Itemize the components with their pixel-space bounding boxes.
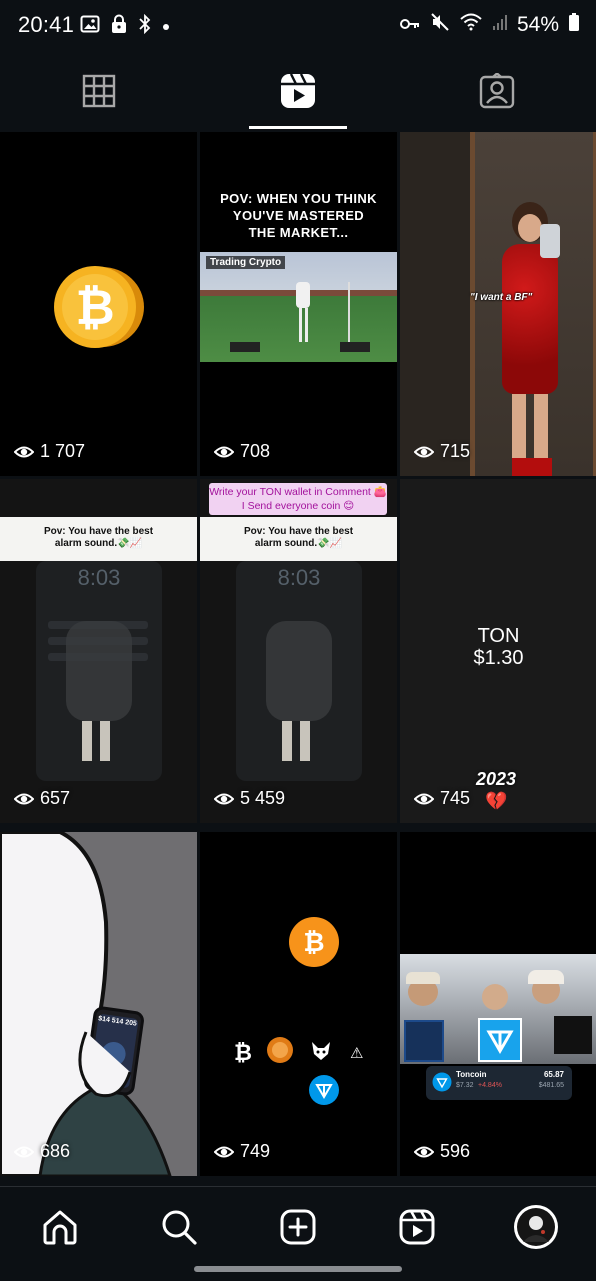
ton-icon xyxy=(309,1075,339,1105)
reel-thumbnail[interactable]: Write your TON wallet in Comment 👛 I Sen… xyxy=(200,479,397,823)
bitcoin-coin-icon: ₿ xyxy=(54,266,144,348)
broken-heart-icon: 💔 xyxy=(485,791,508,811)
view-count: 596 xyxy=(414,1141,470,1162)
ton-logo-icon xyxy=(486,1030,514,1054)
toncoin-price: $7.32 xyxy=(456,1082,474,1089)
wifi-icon xyxy=(459,12,483,38)
phone-screen: 8:03 xyxy=(36,561,162,781)
nav-profile[interactable] xyxy=(512,1203,560,1251)
eye-icon xyxy=(414,446,434,457)
reel-thumbnail[interactable]: Toncoin $7.32 +4.84% 65.87 $481.65 596 xyxy=(400,832,596,1176)
toncoin-name: Toncoin xyxy=(456,1070,487,1079)
warning-icon: ⚠ xyxy=(350,1045,364,1062)
toncoin-amount: 65.87 xyxy=(543,1070,564,1079)
clock-text: 8:03 xyxy=(77,565,121,590)
image-icon xyxy=(80,14,100,39)
reel-thumbnail[interactable]: $14 514 205 686 xyxy=(0,832,197,1176)
phone xyxy=(540,224,560,258)
video-label: Trading Crypto xyxy=(206,256,286,269)
svg-text:₿: ₿ xyxy=(75,280,114,336)
nav-search[interactable] xyxy=(155,1203,203,1251)
reel-banner: Pov: You have the best alarm sound.💸📈 xyxy=(200,517,397,561)
bluetooth-icon xyxy=(138,13,152,39)
tab-tagged[interactable] xyxy=(398,54,596,132)
ton-price-title: TON $1.30 xyxy=(473,625,524,669)
toncoin-change: +4.84% xyxy=(478,1082,502,1089)
video-frame: Trading Crypto xyxy=(200,252,397,362)
toncoin-value: $481.65 xyxy=(538,1082,564,1089)
reel-thumbnail[interactable]: ₿ ₿ ⚠ 749 xyxy=(200,832,397,1176)
reel-thumbnail[interactable]: ₿ 1 707 xyxy=(0,132,197,476)
nav-home[interactable] xyxy=(36,1203,84,1251)
view-count: 715 xyxy=(414,441,470,462)
eye-icon xyxy=(14,793,34,804)
signal-icon xyxy=(492,13,508,37)
reel-thumbnail[interactable]: "I want a BF" 715 xyxy=(400,132,596,476)
year-label: 2023 xyxy=(476,769,517,789)
dot-icon xyxy=(162,18,170,36)
home-indicator xyxy=(194,1266,402,1272)
profile-tabs xyxy=(0,54,596,132)
reel-banner: Pov: You have the best alarm sound.💸📈 xyxy=(0,517,197,561)
view-count: 657 xyxy=(14,788,70,809)
status-time: 20:41 xyxy=(18,12,75,37)
active-tab-indicator xyxy=(249,126,347,129)
view-count: 686 xyxy=(14,1141,70,1162)
avatar xyxy=(514,1205,558,1249)
svg-text:₿: ₿ xyxy=(303,928,324,958)
view-count: 708 xyxy=(214,441,270,462)
cartoon-illustration xyxy=(0,832,172,1176)
eye-icon xyxy=(214,1146,234,1157)
reels-icon xyxy=(399,1209,435,1245)
reel-thumbnail[interactable]: Pov: You have the best alarm sound.💸📈 8:… xyxy=(0,479,197,823)
lock-icon xyxy=(110,14,128,39)
nav-reels[interactable] xyxy=(393,1203,441,1251)
eye-icon xyxy=(14,1146,34,1157)
reels-grid: ₿ 1 707 POV: WHEN YOU THINK YOU'VE MASTE… xyxy=(0,132,596,1186)
shiba-coin-icon xyxy=(267,1037,293,1063)
toncoin-card: Toncoin $7.32 +4.84% 65.87 $481.65 xyxy=(426,1066,572,1100)
view-count: 749 xyxy=(214,1141,270,1162)
reel-thumbnail[interactable]: TON $1.30 2023 💔 745 xyxy=(400,479,596,823)
fox-icon xyxy=(312,1042,330,1060)
eye-icon xyxy=(414,793,434,804)
battery-icon xyxy=(568,12,580,38)
key-icon xyxy=(399,13,421,37)
eye-icon xyxy=(14,446,34,457)
view-count: 745 xyxy=(414,788,470,809)
mute-icon xyxy=(430,12,450,38)
reel-top-caption: Write your TON wallet in Comment 👛 I Sen… xyxy=(209,483,387,515)
phone-screen: 8:03 xyxy=(236,561,362,781)
bitcoin-icon: ₿ xyxy=(289,917,339,967)
tab-posts[interactable] xyxy=(0,54,198,132)
clock-text: 8:03 xyxy=(277,565,321,590)
view-count: 1 707 xyxy=(14,441,85,462)
battery-percent: 54% xyxy=(516,13,559,36)
bitcoin-symbol-icon: ₿ xyxy=(234,1040,252,1065)
car-scene xyxy=(400,954,596,1064)
ton-icon xyxy=(432,1072,452,1092)
reels-icon xyxy=(280,72,316,114)
grid-icon xyxy=(82,74,116,113)
eye-icon xyxy=(214,446,234,457)
red-dress xyxy=(502,244,558,394)
reel-caption: "I want a BF" xyxy=(470,292,533,303)
view-count: 5 459 xyxy=(214,788,285,809)
reel-thumbnail[interactable]: POV: WHEN YOU THINK YOU'VE MASTERED THE … xyxy=(200,132,397,476)
tagged-icon xyxy=(479,71,515,114)
status-bar: 20:41 54% xyxy=(0,0,596,54)
eye-icon xyxy=(214,793,234,804)
nav-create[interactable] xyxy=(274,1203,322,1251)
tab-reels[interactable] xyxy=(199,54,397,132)
search-icon xyxy=(162,1210,197,1245)
plus-square-icon xyxy=(280,1209,316,1245)
eye-icon xyxy=(414,1146,434,1157)
home-icon xyxy=(43,1210,77,1245)
reel-headline: POV: WHEN YOU THINK YOU'VE MASTERED THE … xyxy=(220,191,377,240)
